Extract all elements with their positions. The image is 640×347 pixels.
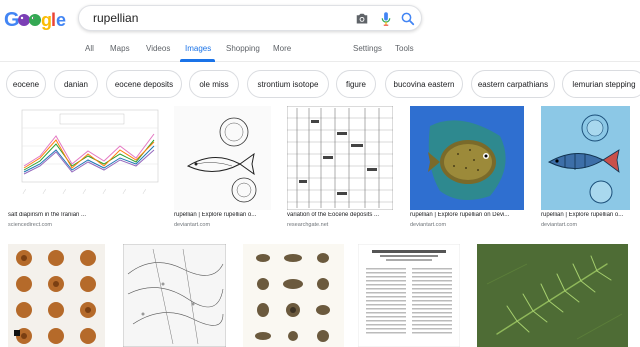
google-logo[interactable]: G g l e [4, 6, 68, 32]
tab-images[interactable]: Images [185, 44, 211, 53]
result-caption[interactable]: rupellian | Explore rupellian on Devi... [410, 212, 528, 218]
chip-eastern-carpathians[interactable]: eastern carpathians [471, 70, 555, 98]
result-thumbnail[interactable]: ...... ...... ...... ...... ...... .....… [8, 106, 161, 210]
result-caption[interactable]: rupellian | Explore rupellian o... [174, 212, 274, 218]
chip-strontium-isotope[interactable]: strontium isotope [247, 70, 329, 98]
result-thumbnail[interactable] [8, 244, 105, 347]
result-thumbnail[interactable] [243, 244, 344, 347]
result-thumbnail[interactable] [174, 106, 271, 210]
chip-figure[interactable]: figure [336, 70, 376, 98]
tab-videos[interactable]: Videos [146, 44, 170, 53]
result-caption[interactable]: variation of the Eocene deposits ... [287, 212, 393, 218]
svg-text:G: G [4, 9, 20, 31]
result-source: deviantart.com [541, 222, 578, 228]
chip-bucovina-eastern[interactable]: bucovina eastern [385, 70, 463, 98]
tab-shopping[interactable]: Shopping [226, 44, 260, 53]
chip-eocene[interactable]: eocene [6, 70, 46, 98]
result-thumbnail[interactable] [477, 244, 628, 347]
tab-tools[interactable]: Tools [395, 44, 414, 53]
result-source: deviantart.com [410, 222, 447, 228]
result-caption[interactable]: salt diapirism in the Iranian ... [8, 212, 161, 218]
tab-settings[interactable]: Settings [353, 44, 382, 53]
result-source: researchgate.net [287, 222, 329, 228]
result-thumbnail[interactable] [410, 106, 524, 210]
tab-all[interactable]: All [85, 44, 94, 53]
microphone-icon[interactable] [377, 10, 395, 28]
active-tab-indicator [180, 59, 215, 62]
result-thumbnail[interactable] [123, 244, 226, 347]
result-thumbnail[interactable] [358, 244, 460, 347]
result-thumbnail[interactable] [287, 106, 393, 210]
search-query[interactable]: rupellian [93, 11, 138, 25]
chip-lemurian-stepping[interactable]: lemurian stepping [562, 70, 640, 98]
search-icon[interactable] [399, 10, 417, 28]
result-source: deviantart.com [174, 222, 211, 228]
result-source: sciencedirect.com [8, 222, 53, 228]
tab-maps[interactable]: Maps [110, 44, 130, 53]
result-thumbnail[interactable] [541, 106, 630, 210]
result-caption[interactable]: rupellian | Explore rupellian o... [541, 212, 637, 218]
chip-danian[interactable]: danian [54, 70, 98, 98]
search-input[interactable]: rupellian [78, 5, 422, 31]
svg-text:e: e [56, 10, 66, 30]
camera-icon[interactable] [353, 10, 371, 28]
tab-more[interactable]: More [273, 44, 291, 53]
search-tabs: All Maps Videos Images Shopping More Set… [0, 40, 640, 62]
chip-eocene-deposits[interactable]: eocene deposits [106, 70, 182, 98]
chip-ole-miss[interactable]: ole miss [189, 70, 239, 98]
